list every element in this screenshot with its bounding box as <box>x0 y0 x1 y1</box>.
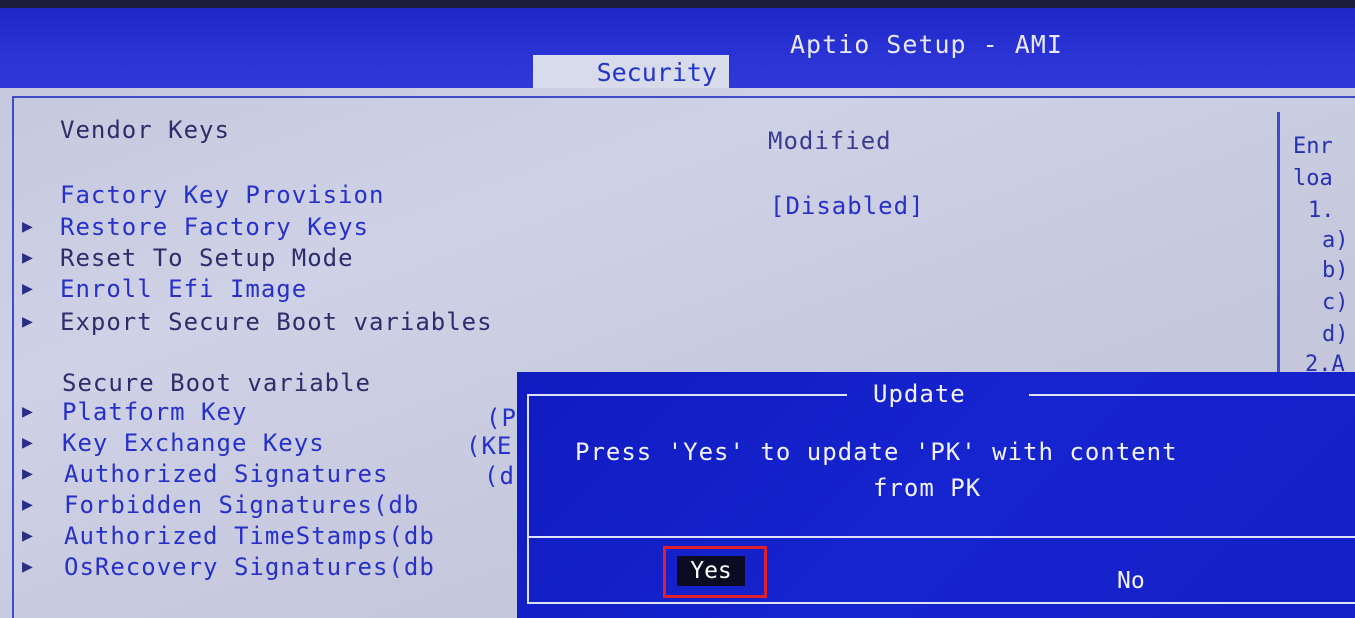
factory-key-provision-value[interactable]: [Disabled] <box>770 192 925 220</box>
yes-button[interactable]: Yes <box>677 556 745 586</box>
platform-key-value: (P <box>486 404 517 432</box>
help-line: loa <box>1293 166 1333 191</box>
reset-to-setup-mode-item[interactable]: Reset To Setup Mode <box>60 244 354 272</box>
submenu-arrow-icon: ▶ <box>22 311 33 332</box>
dialog-title: Update <box>873 380 966 408</box>
restore-factory-keys-item[interactable]: Restore Factory Keys <box>60 213 369 241</box>
export-secure-boot-variables-item[interactable]: Export Secure Boot variables <box>60 308 493 336</box>
help-line: d) <box>1322 322 1349 347</box>
enroll-efi-image-item[interactable]: Enroll Efi Image <box>60 275 307 303</box>
key-exchange-keys-value: (KE <box>466 432 513 460</box>
forbidden-signatures-item[interactable]: Forbidden Signatures(db <box>64 491 419 519</box>
secure-boot-variable-heading: Secure Boot variable <box>62 369 371 397</box>
submenu-arrow-icon: ▶ <box>22 278 33 299</box>
submenu-arrow-icon: ▶ <box>22 432 33 453</box>
submenu-arrow-icon: ▶ <box>22 401 33 422</box>
help-line: a) <box>1322 228 1349 253</box>
authorized-timestamps-item[interactable]: Authorized TimeStamps(db <box>64 522 435 550</box>
update-dialog: Update Press 'Yes' to update 'PK' with c… <box>517 372 1355 618</box>
tab-security[interactable]: Security <box>533 55 729 88</box>
authorized-signatures-item[interactable]: Authorized Signatures <box>64 460 388 488</box>
no-button[interactable]: No <box>1117 568 1145 594</box>
help-line: Enr <box>1293 134 1333 159</box>
bios-screen: Aptio Setup - AMI Security Vendor Keys M… <box>0 0 1355 618</box>
vendor-keys-value: Modified <box>768 127 892 155</box>
authorized-signatures-value: (d <box>484 462 515 490</box>
platform-key-item[interactable]: Platform Key <box>62 398 247 426</box>
dialog-frame <box>1029 394 1355 396</box>
submenu-arrow-icon: ▶ <box>22 525 33 546</box>
dialog-frame <box>527 602 1355 604</box>
submenu-arrow-icon: ▶ <box>22 463 33 484</box>
osrecovery-signatures-item[interactable]: OsRecovery Signatures(db <box>64 553 435 581</box>
dialog-frame <box>527 394 847 396</box>
factory-key-provision-item[interactable]: Factory Key Provision <box>60 181 384 209</box>
dialog-separator <box>527 536 1355 538</box>
help-line: 1. <box>1308 198 1335 223</box>
key-exchange-keys-item[interactable]: Key Exchange Keys <box>62 429 325 457</box>
help-line: c) <box>1322 290 1349 315</box>
app-title: Aptio Setup - AMI <box>790 30 1063 59</box>
dialog-frame <box>527 394 529 604</box>
submenu-arrow-icon: ▶ <box>22 556 33 577</box>
help-panel-divider <box>1277 112 1280 374</box>
dialog-message-cont: from PK <box>873 474 982 502</box>
submenu-arrow-icon: ▶ <box>22 216 33 237</box>
submenu-arrow-icon: ▶ <box>22 247 33 268</box>
submenu-arrow-icon: ▶ <box>22 494 33 515</box>
vendor-keys-label: Vendor Keys <box>60 116 230 144</box>
dialog-message: Press 'Yes' to update 'PK' with content <box>575 438 1178 466</box>
help-line: b) <box>1322 258 1349 283</box>
monitor-bezel <box>0 0 1355 8</box>
